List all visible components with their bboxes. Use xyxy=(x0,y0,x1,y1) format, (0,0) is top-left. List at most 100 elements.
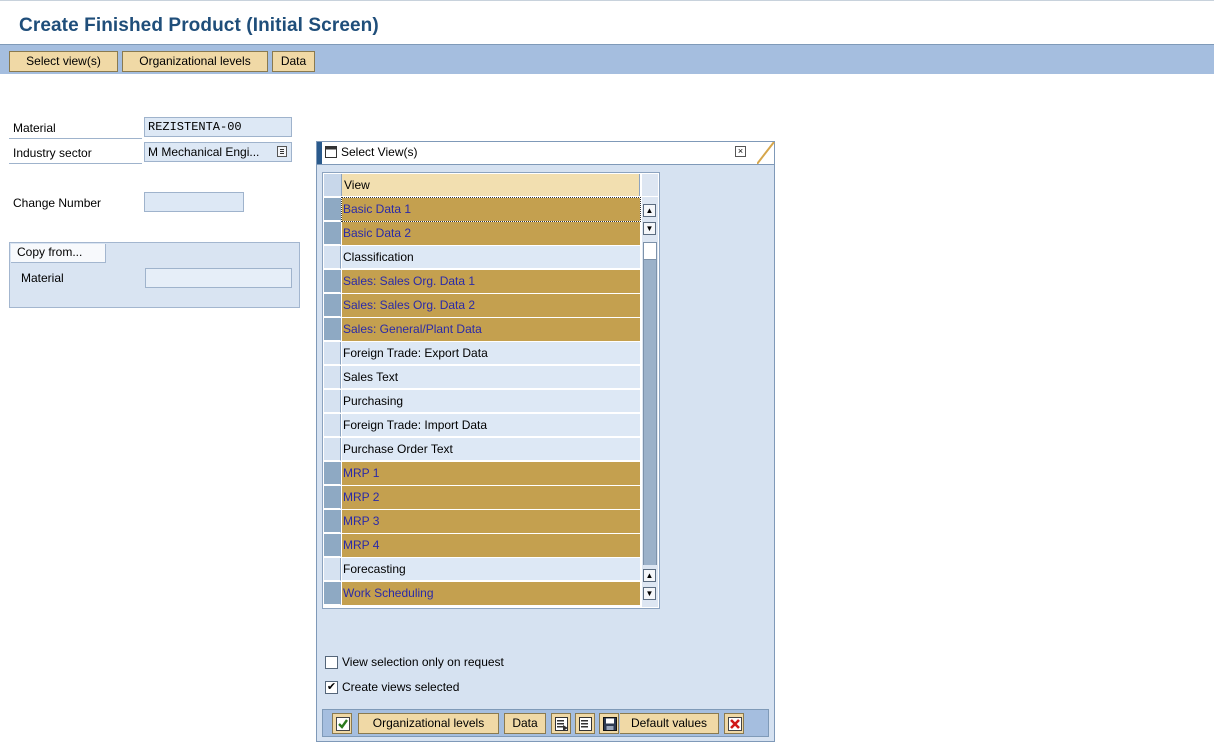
industry-sector-value: M Mechanical Engi... xyxy=(148,145,260,159)
select-all-column-header[interactable] xyxy=(324,174,342,196)
checkmark-icon xyxy=(336,717,350,731)
view-label: Sales Text xyxy=(342,366,640,389)
dialog-toolbar: Organizational levels Data Default value… xyxy=(322,709,769,737)
material-label: Material xyxy=(13,121,56,135)
view-on-request-checkbox[interactable] xyxy=(325,656,338,669)
change-number-label: Change Number xyxy=(13,196,102,210)
view-column-header: View xyxy=(342,174,640,196)
row-selector[interactable] xyxy=(324,486,341,509)
scroll-up-icon[interactable]: ▲ xyxy=(643,204,656,217)
copy-material-input[interactable] xyxy=(145,268,292,288)
select-all-icon xyxy=(555,717,568,731)
view-label: Purchasing xyxy=(342,390,640,413)
dialog-organizational-levels-button[interactable]: Organizational levels xyxy=(358,713,499,734)
scroll-thumb[interactable] xyxy=(643,242,657,260)
view-label: Basic Data 1 xyxy=(341,197,641,222)
select-all-button[interactable] xyxy=(551,713,571,734)
save-default-button[interactable] xyxy=(599,713,619,734)
copy-material-label: Material xyxy=(21,271,64,285)
vertical-scrollbar[interactable]: ▲ ▼ xyxy=(642,197,658,583)
industry-sector-label: Industry sector xyxy=(13,146,92,160)
view-row[interactable]: Foreign Trade: Import Data xyxy=(324,414,640,438)
row-selector[interactable] xyxy=(324,390,341,413)
view-row[interactable]: Basic Data 2 xyxy=(324,222,640,246)
view-on-request-label: View selection only on request xyxy=(342,655,504,669)
cancel-icon xyxy=(728,717,742,731)
view-row[interactable]: Basic Data 1 xyxy=(324,197,641,222)
save-icon xyxy=(603,717,617,731)
deselect-all-icon xyxy=(579,717,592,731)
row-selector[interactable] xyxy=(324,534,341,557)
view-label: MRP 4 xyxy=(342,534,640,557)
industry-label-line xyxy=(9,163,142,164)
views-table: View Basic Data 1 Basic Data 2 Classificat… xyxy=(322,172,660,609)
continue-button[interactable] xyxy=(332,713,352,734)
row-selector[interactable] xyxy=(324,462,341,485)
default-values-button[interactable]: Default values xyxy=(620,713,719,734)
title-bar: Create Finished Product (Initial Screen) xyxy=(0,0,1214,42)
row-selector[interactable] xyxy=(324,438,341,461)
page-down-icon[interactable]: ▼ xyxy=(643,222,656,235)
close-icon[interactable]: × xyxy=(735,146,746,157)
view-label: Work Scheduling xyxy=(342,582,640,605)
view-row[interactable]: MRP 1 xyxy=(324,462,640,486)
view-row[interactable]: Forecasting xyxy=(324,558,640,582)
deselect-all-button[interactable] xyxy=(575,713,595,734)
page-title: Create Finished Product (Initial Screen) xyxy=(19,15,379,36)
view-label: Forecasting xyxy=(342,558,640,581)
view-row[interactable]: Sales Text xyxy=(324,366,640,390)
view-row[interactable]: Foreign Trade: Export Data xyxy=(324,342,640,366)
dropdown-icon[interactable] xyxy=(277,146,287,157)
row-selector[interactable] xyxy=(324,510,341,533)
dialog-data-button[interactable]: Data xyxy=(504,713,546,734)
view-row[interactable]: Classification xyxy=(324,246,640,270)
row-selector[interactable] xyxy=(324,414,341,437)
row-selector[interactable] xyxy=(324,294,341,317)
row-selector[interactable] xyxy=(324,342,341,365)
row-selector[interactable] xyxy=(324,246,341,269)
row-selector[interactable] xyxy=(324,582,341,605)
row-selector[interactable] xyxy=(324,318,341,341)
view-label: MRP 2 xyxy=(342,486,640,509)
row-selector[interactable] xyxy=(324,198,341,221)
view-row[interactable]: Purchasing xyxy=(324,390,640,414)
vertical-scrollbar-bottom[interactable]: ▲ ▼ xyxy=(642,565,658,607)
view-label: MRP 3 xyxy=(342,510,640,533)
view-row[interactable]: Purchase Order Text xyxy=(324,438,640,462)
dialog-title-bar: Select View(s) × xyxy=(317,142,775,165)
row-selector[interactable] xyxy=(324,222,341,245)
title-corner xyxy=(757,142,775,164)
table-header: View xyxy=(324,174,658,197)
create-views-selected-checkbox[interactable]: ✔ xyxy=(325,681,338,694)
view-row[interactable]: Sales: Sales Org. Data 1 xyxy=(324,270,640,294)
dialog-title: Select View(s) xyxy=(341,145,418,159)
scroll-header xyxy=(642,174,658,196)
view-label: Foreign Trade: Export Data xyxy=(342,342,640,365)
window-icon xyxy=(325,146,337,158)
data-button[interactable]: Data xyxy=(272,51,315,72)
scroll-down-icon[interactable]: ▼ xyxy=(643,587,656,600)
row-selector[interactable] xyxy=(324,366,341,389)
material-input[interactable]: REZISTENTA-00 xyxy=(144,117,292,137)
copy-from-title: Copy from... xyxy=(11,244,106,263)
cancel-button[interactable] xyxy=(724,713,744,734)
page-up-icon[interactable]: ▲ xyxy=(643,569,656,582)
view-row[interactable]: Sales: Sales Org. Data 2 xyxy=(324,294,640,318)
view-row[interactable]: Work Scheduling xyxy=(324,582,640,606)
dialog-title-accent xyxy=(317,142,322,164)
change-number-input[interactable] xyxy=(144,192,244,212)
select-views-dialog: Select View(s) × View Basic Data 1 Basic … xyxy=(316,141,775,742)
view-row[interactable]: MRP 3 xyxy=(324,510,640,534)
view-row[interactable]: MRP 4 xyxy=(324,534,640,558)
copy-from-group: Copy from... Material xyxy=(9,242,300,308)
select-views-button[interactable]: Select view(s) xyxy=(9,51,118,72)
industry-sector-dropdown[interactable]: M Mechanical Engi... xyxy=(144,142,292,162)
scroll-track[interactable] xyxy=(643,242,657,566)
view-row[interactable]: Sales: General/Plant Data xyxy=(324,318,640,342)
view-row[interactable]: MRP 2 xyxy=(324,486,640,510)
view-label: Foreign Trade: Import Data xyxy=(342,414,640,437)
row-selector[interactable] xyxy=(324,558,341,581)
view-label: Sales: Sales Org. Data 1 xyxy=(342,270,640,293)
row-selector[interactable] xyxy=(324,270,341,293)
organizational-levels-button[interactable]: Organizational levels xyxy=(122,51,268,72)
